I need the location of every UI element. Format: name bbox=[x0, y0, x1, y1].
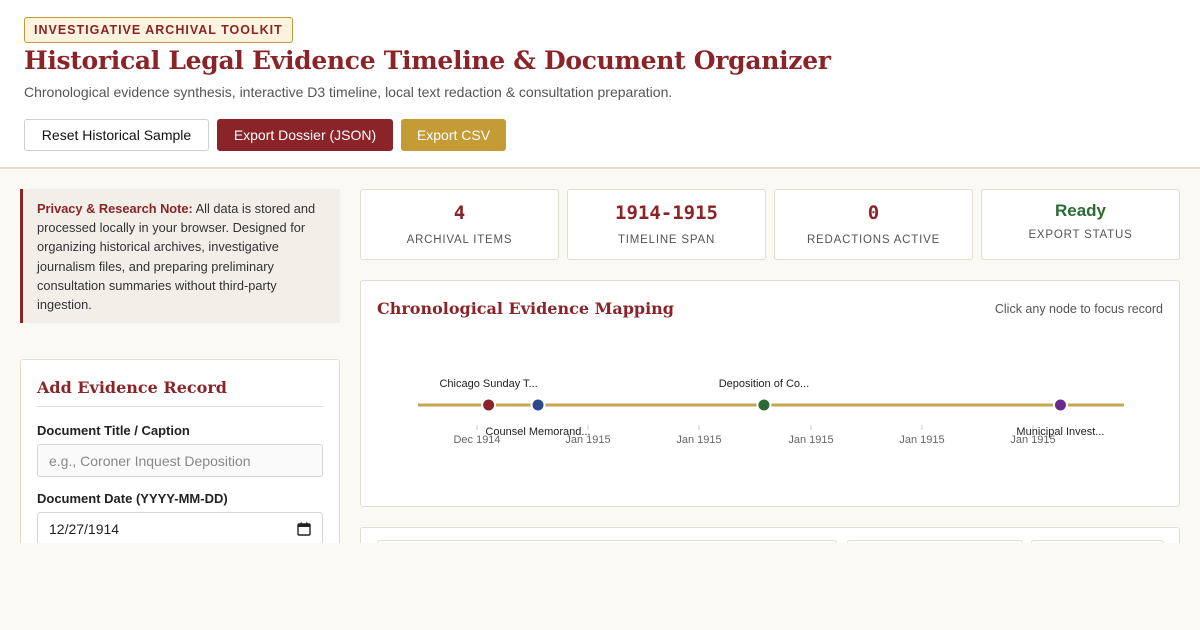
timeline-event-label: Deposition of Co... bbox=[719, 378, 810, 390]
privacy-note-heading: Privacy & Research Note: bbox=[37, 201, 193, 216]
privacy-note: Privacy & Research Note: All data is sto… bbox=[20, 189, 340, 323]
timeline-tick-label: Jan 1915 bbox=[788, 434, 833, 446]
timeline-event-label: Municipal Invest... bbox=[1016, 426, 1104, 438]
page-header: INVESTIGATIVE ARCHIVAL TOOLKIT Historica… bbox=[0, 0, 1200, 169]
form-title: Add Evidence Record bbox=[37, 378, 323, 407]
timeline-node[interactable] bbox=[481, 397, 497, 413]
page-title: Historical Legal Evidence Timeline & Doc… bbox=[24, 46, 831, 75]
stat-archival-items-label: ARCHIVAL ITEMS bbox=[406, 234, 513, 246]
timeline-tick-label: Jan 1915 bbox=[899, 434, 944, 446]
add-evidence-form: Add Evidence Record Document Title / Cap… bbox=[20, 359, 340, 559]
calendar-icon[interactable] bbox=[297, 522, 311, 536]
timeline-chart[interactable]: Dec 1914 Jan 1915 Jan 1915 Jan 1915 Jan 1915… bbox=[361, 281, 1179, 506]
page-subtitle: Chronological evidence synthesis, intera… bbox=[24, 84, 673, 100]
stat-export-status-label: EXPORT STATUS bbox=[1028, 229, 1133, 241]
document-date-input[interactable]: 12/27/1914 bbox=[37, 512, 323, 545]
stat-timeline-span-value: 1914-1915 bbox=[615, 202, 718, 224]
stat-export-status: Ready EXPORT STATUS bbox=[981, 189, 1180, 260]
stat-timeline-span: 1914-1915 TIMELINE SPAN bbox=[567, 189, 766, 260]
viewport-fold bbox=[0, 543, 1200, 630]
export-csv-button[interactable]: Export CSV bbox=[401, 119, 506, 151]
timeline-event-label: Chicago Sunday T... bbox=[439, 378, 537, 390]
stat-redactions-active: 0 REDACTIONS ACTIVE bbox=[774, 189, 973, 260]
reset-sample-button[interactable]: Reset Historical Sample bbox=[24, 119, 209, 151]
document-title-input[interactable] bbox=[37, 444, 323, 477]
timeline-node[interactable] bbox=[756, 397, 772, 413]
stat-redactions-label: REDACTIONS ACTIVE bbox=[806, 234, 941, 246]
stat-timeline-span-label: TIMELINE SPAN bbox=[617, 234, 716, 246]
timeline-event-label: Counsel Memorand... bbox=[485, 426, 590, 438]
stat-archival-items-value: 4 bbox=[453, 202, 466, 224]
stat-export-status-value: Ready bbox=[1054, 201, 1107, 220]
stat-archival-items: 4 ARCHIVAL ITEMS bbox=[360, 189, 559, 260]
export-json-button[interactable]: Export Dossier (JSON) bbox=[217, 119, 393, 151]
document-date-value: 12/27/1914 bbox=[49, 520, 120, 537]
timeline-node[interactable] bbox=[1052, 397, 1068, 413]
privacy-note-text: All data is stored and processed locally… bbox=[37, 201, 316, 313]
timeline-node[interactable] bbox=[530, 397, 546, 413]
document-title-label: Document Title / Caption bbox=[37, 423, 190, 438]
toolkit-badge: INVESTIGATIVE ARCHIVAL TOOLKIT bbox=[24, 17, 293, 43]
timeline-tick-label: Jan 1915 bbox=[676, 434, 721, 446]
stat-redactions-value: 0 bbox=[867, 202, 880, 224]
document-date-label: Document Date (YYYY-MM-DD) bbox=[37, 491, 228, 506]
timeline-card: Chronological Evidence Mapping Click any… bbox=[360, 280, 1180, 507]
